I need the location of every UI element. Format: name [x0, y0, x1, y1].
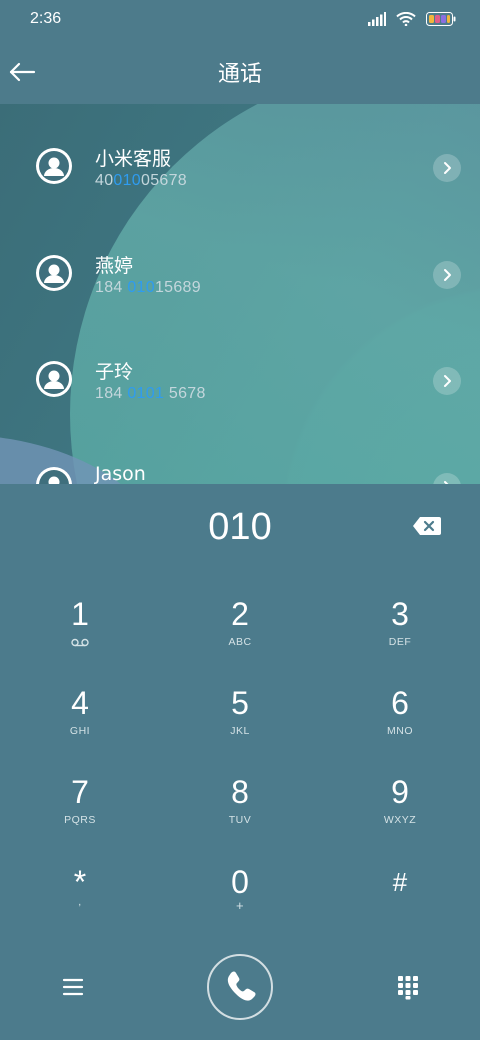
page-title: 通话 [217, 62, 262, 87]
avatar [36, 255, 72, 291]
keypad-toggle-button[interactable] [396, 974, 420, 1000]
contact-number: 4001005678 [95, 172, 188, 189]
dialed-number-display[interactable]: 010 [0, 506, 480, 549]
battery-icon [426, 12, 456, 26]
avatar [36, 148, 72, 184]
status-bar: 2:36 [0, 0, 480, 40]
contact-item[interactable]: 小米客服 4001005678 [0, 114, 480, 214]
contact-number: 184 0101 5678 [95, 385, 206, 402]
key-4[interactable]: 4 GHI [20, 685, 140, 765]
wifi-icon [396, 12, 416, 26]
dialpad-icon [398, 976, 418, 1000]
phone-icon [227, 971, 256, 1001]
contact-item[interactable]: Jason [0, 433, 480, 484]
contact-name: Jason [95, 463, 146, 484]
key-8[interactable]: 8 TUV [180, 774, 300, 854]
menu-icon [62, 978, 84, 996]
signal-icon [368, 12, 386, 26]
key-3[interactable]: 3 DEF [340, 596, 460, 676]
voicemail-icon [71, 638, 89, 647]
chevron-right-icon [444, 375, 451, 387]
key-9[interactable]: 9 WXYZ [340, 774, 460, 854]
backspace-button[interactable] [412, 516, 442, 536]
contact-name: 小米客服 [95, 148, 172, 170]
chevron-right-icon [444, 269, 451, 281]
chevron-right-icon [444, 481, 449, 484]
contact-detail-button[interactable] [433, 261, 461, 289]
key-7[interactable]: 7 PQRS [20, 774, 140, 854]
avatar [36, 467, 72, 484]
bottom-bar [0, 944, 480, 1040]
contact-item[interactable]: 子玲 184 0101 5678 [0, 327, 480, 427]
key-5[interactable]: 5 JKL [180, 685, 300, 765]
contact-name: 燕婷 [95, 255, 134, 277]
key-0[interactable]: 0 + [180, 864, 300, 944]
contact-detail-button[interactable] [433, 473, 461, 484]
status-time: 2:36 [30, 10, 62, 27]
key-1[interactable]: 1 [20, 596, 140, 676]
call-button[interactable] [207, 954, 273, 1020]
chevron-right-icon [444, 162, 451, 174]
person-icon [39, 470, 69, 484]
status-icons [368, 12, 456, 26]
avatar [36, 361, 72, 397]
key-6[interactable]: 6 MNO [340, 685, 460, 765]
dialpad: 010 1 2 ABC 3 DEF 4 GHI 5 JKL 6 MNO 7 PQ… [0, 484, 480, 1040]
contact-detail-button[interactable] [433, 154, 461, 182]
backspace-icon [413, 517, 441, 535]
header: 通话 [0, 40, 480, 104]
menu-button[interactable] [60, 974, 86, 1000]
contact-number: 184 01015689 [95, 279, 201, 296]
person-icon [39, 151, 69, 181]
contact-name: 子玲 [95, 361, 134, 383]
key-hash[interactable]: # [340, 864, 460, 944]
contact-item[interactable]: 燕婷 184 01015689 [0, 221, 480, 321]
person-icon [39, 364, 69, 394]
contact-list: 小米客服 4001005678 燕婷 184 01015689 子玲 184 0… [0, 104, 480, 484]
contact-detail-button[interactable] [433, 367, 461, 395]
person-icon [39, 258, 69, 288]
key-2[interactable]: 2 ABC [180, 596, 300, 676]
key-star[interactable]: * , [20, 864, 140, 944]
